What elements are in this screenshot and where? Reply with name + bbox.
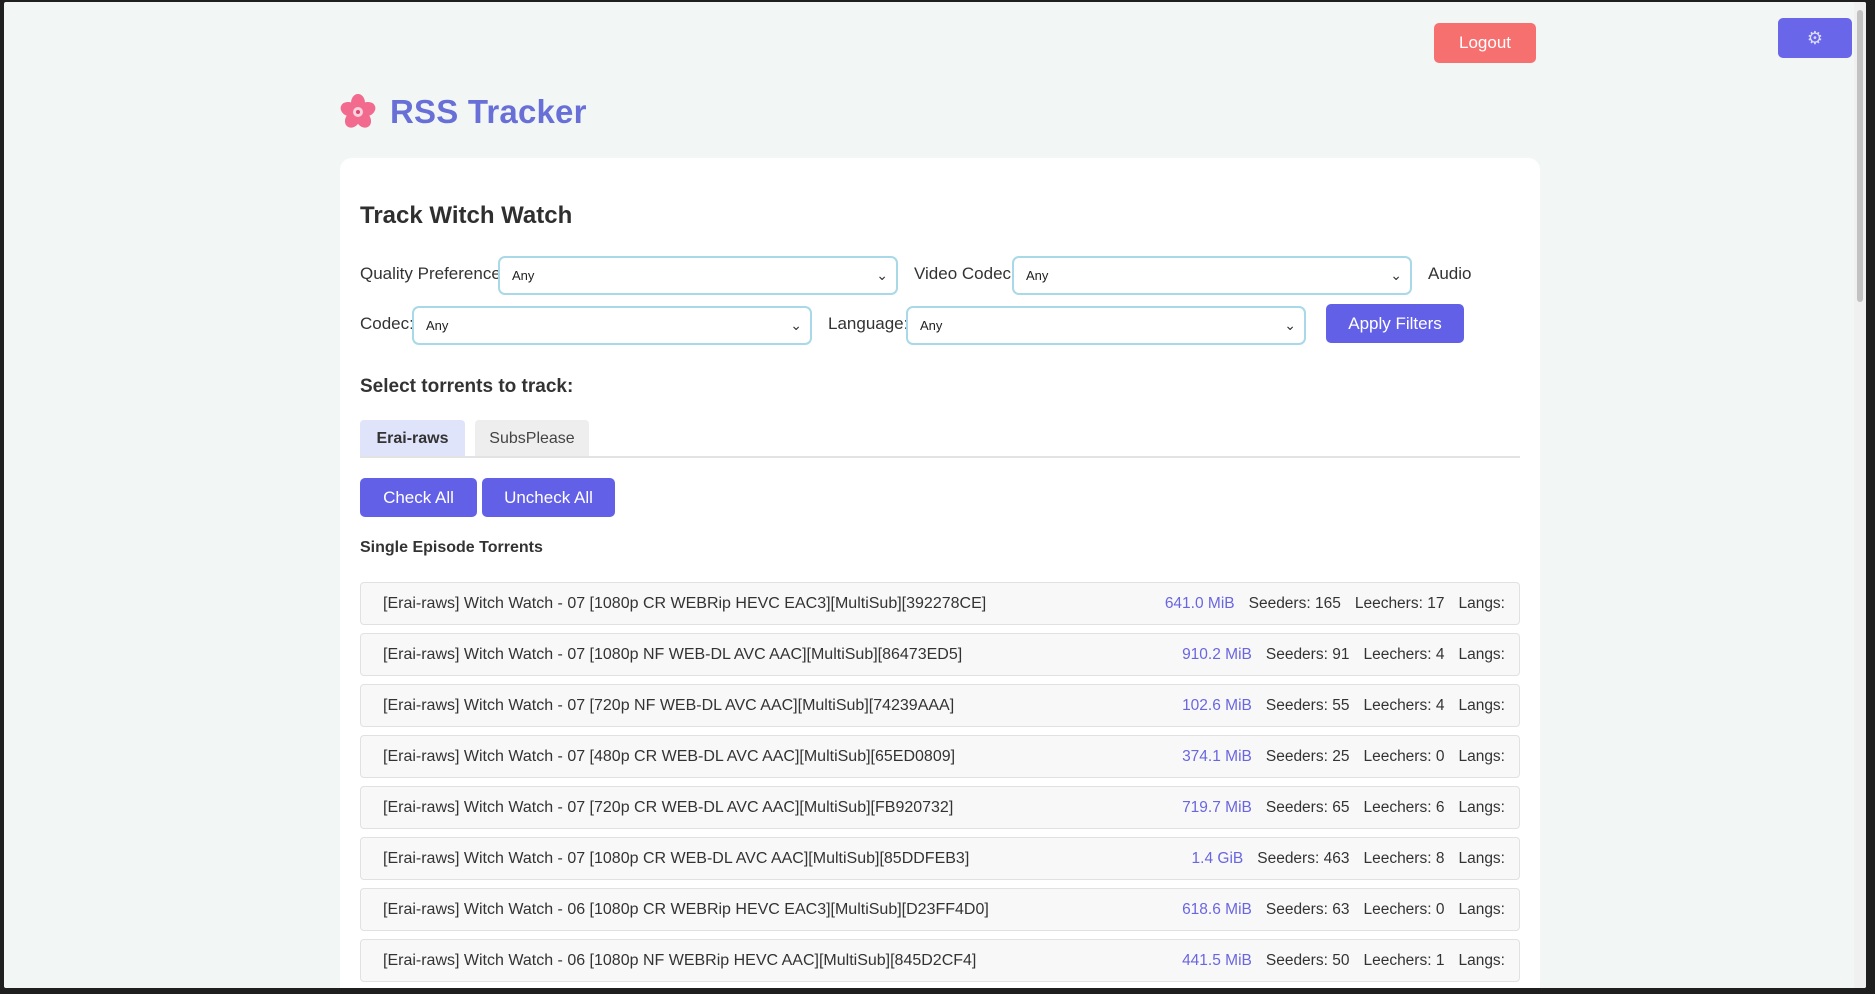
- torrent-seeders: Seeders: 463: [1257, 850, 1350, 867]
- torrent-size: 102.6 MiB: [1182, 697, 1252, 714]
- torrent-row[interactable]: [Erai-raws] Witch Watch - 07 [720p NF WE…: [360, 684, 1520, 727]
- gear-icon: ⚙: [1806, 28, 1824, 49]
- torrent-leechers: Leechers: 4: [1363, 697, 1445, 714]
- chevron-down-icon: ⌄: [1284, 317, 1296, 333]
- track-card: Track Witch Watch Quality Preference: An…: [340, 158, 1540, 988]
- torrent-row[interactable]: [Erai-raws] Witch Watch - 07 [1080p CR W…: [360, 582, 1520, 625]
- quality-select[interactable]: Any ⌄: [498, 256, 898, 295]
- torrent-name: [Erai-raws] Witch Watch - 07 [1080p NF W…: [383, 646, 963, 663]
- tab-erai-raws[interactable]: Erai-raws: [360, 420, 465, 457]
- torrent-langs: Langs:: [1458, 799, 1505, 816]
- torrent-row[interactable]: [Erai-raws] Witch Watch - 07 [1080p CR W…: [360, 837, 1520, 880]
- video-codec-select[interactable]: Any ⌄: [1012, 256, 1412, 295]
- tab-divider: [360, 456, 1520, 458]
- select-torrents-heading: Select torrents to track:: [360, 376, 574, 397]
- torrent-seeders: Seeders: 165: [1248, 595, 1341, 612]
- torrent-seeders: Seeders: 25: [1265, 748, 1350, 765]
- torrent-row[interactable]: [Erai-raws] Witch Watch - 06 [1080p NF W…: [360, 939, 1520, 982]
- torrent-seeders: Seeders: 63: [1265, 901, 1350, 918]
- torrent-langs: Langs:: [1458, 850, 1505, 867]
- chevron-down-icon: ⌄: [1390, 267, 1402, 283]
- language-label: Language:: [828, 314, 909, 333]
- torrent-size: 641.0 MiB: [1164, 595, 1235, 612]
- torrent-leechers: Leechers: 0: [1363, 901, 1445, 918]
- uncheck-all-button[interactable]: Uncheck All: [482, 478, 615, 517]
- settings-button[interactable]: ⚙: [1778, 18, 1852, 58]
- torrent-seeders: Seeders: 91: [1265, 646, 1350, 663]
- language-select[interactable]: Any ⌄: [906, 306, 1306, 345]
- torrent-leechers: Leechers: 17: [1354, 595, 1445, 612]
- torrent-name: [Erai-raws] Witch Watch - 07 [720p NF WE…: [383, 697, 955, 714]
- brand-header: RSS Tracker: [340, 90, 587, 134]
- torrent-langs: Langs:: [1458, 697, 1505, 714]
- torrent-seeders: Seeders: 65: [1265, 799, 1350, 816]
- quality-label: Quality Preference:: [360, 264, 506, 283]
- torrent-leechers: Leechers: 4: [1363, 646, 1445, 663]
- page-title: RSS Tracker: [390, 93, 587, 130]
- torrent-langs: Langs:: [1458, 595, 1505, 612]
- torrent-name: [Erai-raws] Witch Watch - 07 [480p CR WE…: [383, 748, 956, 765]
- single-episode-heading: Single Episode Torrents: [360, 539, 543, 556]
- apply-filters-button[interactable]: Apply Filters: [1326, 304, 1464, 343]
- torrent-seeders: Seeders: 50: [1265, 952, 1350, 969]
- torrent-leechers: Leechers: 8: [1363, 850, 1445, 867]
- torrent-name: [Erai-raws] Witch Watch - 07 [1080p CR W…: [383, 850, 970, 867]
- audio-codec-label-part2: Codec:: [360, 314, 414, 333]
- torrent-leechers: Leechers: 1: [1363, 952, 1445, 969]
- torrent-size: 719.7 MiB: [1182, 799, 1252, 816]
- torrent-size: 374.1 MiB: [1182, 748, 1252, 765]
- sakura-flower-icon: [340, 94, 376, 128]
- torrent-row[interactable]: [Erai-raws] Witch Watch - 07 [720p CR WE…: [360, 786, 1520, 829]
- video-codec-label: Video Codec:: [914, 264, 1016, 283]
- torrent-langs: Langs:: [1458, 901, 1505, 918]
- torrent-leechers: Leechers: 6: [1363, 799, 1445, 816]
- torrent-langs: Langs:: [1458, 748, 1505, 765]
- torrent-langs: Langs:: [1458, 952, 1505, 969]
- torrent-name: [Erai-raws] Witch Watch - 06 [1080p NF W…: [383, 952, 977, 969]
- torrent-name: [Erai-raws] Witch Watch - 07 [1080p CR W…: [383, 595, 987, 612]
- browser-viewport: Logout ⚙ RSS Tracker Track Witch Watch Q…: [4, 2, 1866, 988]
- torrent-langs: Langs:: [1458, 646, 1505, 663]
- torrent-seeders: Seeders: 55: [1265, 697, 1350, 714]
- chevron-down-icon: ⌄: [790, 317, 802, 333]
- scrollbar-thumb[interactable]: [1857, 10, 1863, 302]
- torrent-row[interactable]: [Erai-raws] Witch Watch - 07 [480p CR WE…: [360, 735, 1520, 778]
- card-title: Track Witch Watch: [360, 202, 573, 229]
- torrent-size: 441.5 MiB: [1182, 952, 1252, 969]
- audio-codec-label-part1: Audio: [1428, 264, 1472, 283]
- torrent-name: [Erai-raws] Witch Watch - 07 [720p CR WE…: [383, 799, 954, 816]
- torrent-size: 1.4 GiB: [1191, 850, 1244, 867]
- logout-button[interactable]: Logout: [1434, 23, 1536, 63]
- torrent-size: 910.2 MiB: [1182, 646, 1252, 663]
- audio-codec-select[interactable]: Any ⌄: [412, 306, 812, 345]
- torrent-size: 618.6 MiB: [1182, 901, 1252, 918]
- tab-subsplease[interactable]: SubsPlease: [475, 420, 589, 457]
- torrent-leechers: Leechers: 0: [1363, 748, 1445, 765]
- torrent-name: [Erai-raws] Witch Watch - 06 [1080p CR W…: [383, 901, 989, 918]
- torrent-row[interactable]: [Erai-raws] Witch Watch - 06 [1080p CR W…: [360, 888, 1520, 931]
- scrollbar[interactable]: [1854, 2, 1866, 988]
- check-all-button[interactable]: Check All: [360, 478, 477, 517]
- torrent-row[interactable]: [Erai-raws] Witch Watch - 07 [1080p NF W…: [360, 633, 1520, 676]
- chevron-down-icon: ⌄: [876, 267, 888, 283]
